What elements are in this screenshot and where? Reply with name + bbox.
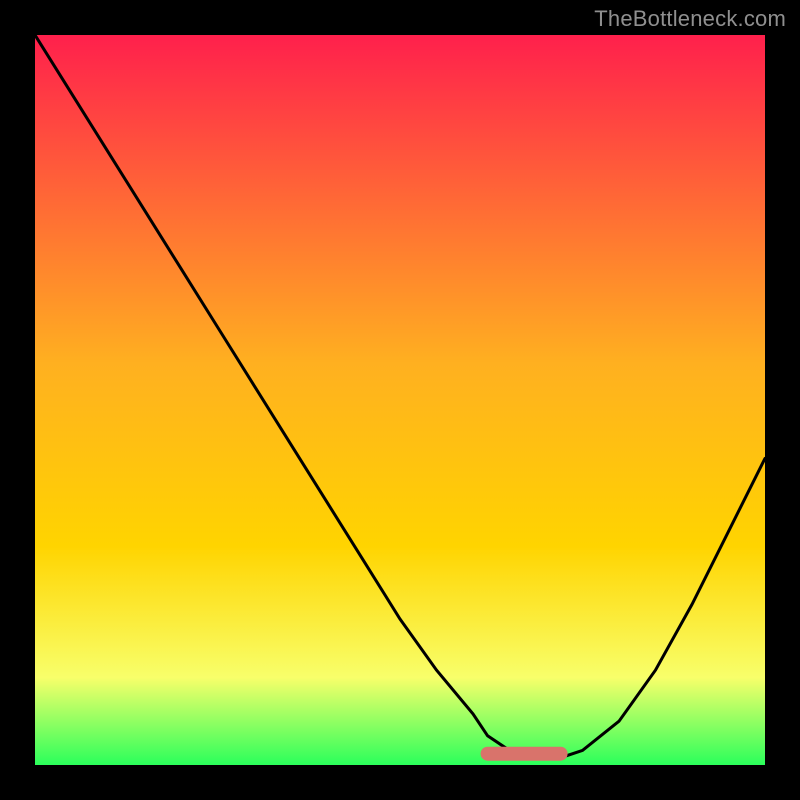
- chart-plot-area: [35, 35, 765, 765]
- watermark-text: TheBottleneck.com: [594, 6, 786, 32]
- gradient-background: [35, 35, 765, 765]
- chart-frame: TheBottleneck.com: [0, 0, 800, 800]
- chart-svg: [35, 35, 765, 765]
